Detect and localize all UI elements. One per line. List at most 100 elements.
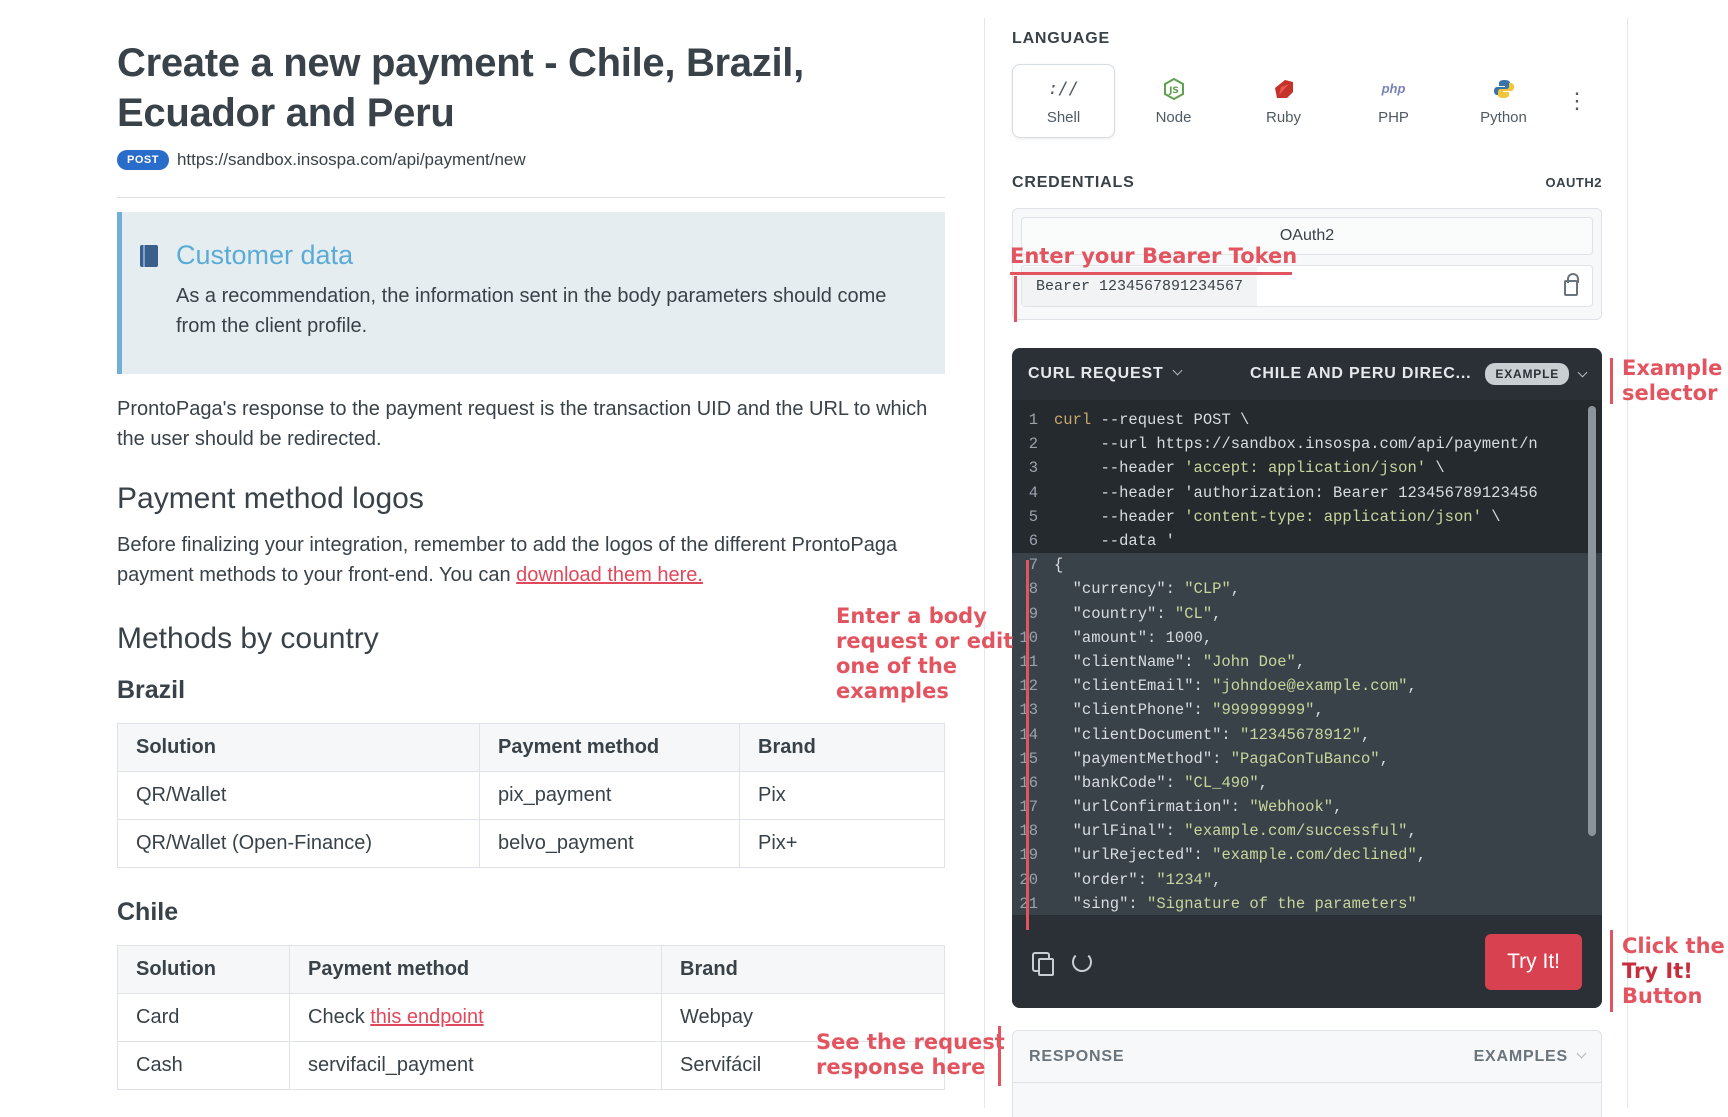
example-name: CHILE AND PERU DIREC...: [1250, 365, 1472, 382]
table-row: QR/Wallet (Open-Finance) belvo_payment P…: [117, 819, 945, 868]
col-solution: Solution: [117, 945, 290, 994]
example-selector[interactable]: CHILE AND PERU DIREC... EXAMPLE: [1250, 363, 1588, 385]
lang-ruby[interactable]: Ruby: [1232, 64, 1335, 138]
code-line: 3 --header 'accept: application/json' \: [1012, 456, 1602, 480]
copy-icon[interactable]: [1032, 951, 1054, 976]
annotation-underline: [1010, 272, 1292, 275]
code-line: 4 --header 'authorization: Bearer 123456…: [1012, 481, 1602, 505]
line-number: 4: [1028, 483, 1038, 502]
lang-shell[interactable]: :// Shell: [1012, 64, 1115, 138]
annotation-bar: [998, 1026, 1001, 1086]
lang-php[interactable]: php PHP: [1342, 64, 1445, 138]
annotation-bar: [1026, 560, 1029, 930]
code-text: "bankCode": "CL_490",: [1054, 773, 1268, 792]
lang-label: Shell: [1046, 108, 1081, 126]
code-line: 8 "currency": "CLP",: [1012, 577, 1602, 602]
lang-python[interactable]: Python: [1452, 64, 1555, 138]
code-text: "currency": "CLP",: [1054, 580, 1241, 599]
more-languages-icon[interactable]: ⋮: [1566, 88, 1588, 114]
line-number: 8: [1028, 580, 1038, 599]
panel-divider: [984, 18, 985, 1108]
annotation-line: Enter a body: [836, 604, 987, 628]
svg-text:JS: JS: [1168, 86, 1179, 96]
col-payment-method: Payment method: [289, 945, 662, 994]
callout-text: As a recommendation, the information sen…: [176, 285, 887, 337]
code-line: 1 curl --request POST \: [1012, 408, 1602, 432]
annotation-bar: [1610, 358, 1613, 404]
table-cell: pix_payment: [479, 771, 740, 820]
annotation-line: See the request: [816, 1030, 1005, 1054]
logos-heading: Payment method logos: [117, 482, 424, 515]
table-cell: belvo_payment: [479, 819, 740, 868]
logos-text: Before finalizing your integration, reme…: [117, 534, 898, 586]
code-text: "urlFinal": "example.com/successful",: [1054, 822, 1417, 841]
code-editor[interactable]: 1 curl --request POST \ 2 --url https://sa…: [1012, 400, 1602, 915]
line-number: 15: [1012, 750, 1054, 768]
code-line: 7{: [1012, 553, 1602, 578]
bearer-prefix: Bearer: [1036, 277, 1091, 295]
table-row: QR/Wallet pix_payment Pix: [117, 771, 945, 820]
try-it-panel: LANGUAGE :// Shell JS Node Ruby php PHP …: [1012, 30, 1602, 1008]
line-number: 11: [1012, 653, 1054, 671]
download-link[interactable]: download them here.: [516, 564, 703, 586]
code-line: 21 "sing": "Signature of the parameters": [1012, 891, 1602, 915]
code-line: 11 "clientName": "John Doe",: [1012, 649, 1602, 675]
code-text: "clientEmail": "johndoe@example.com",: [1054, 677, 1417, 696]
code-line: 12 "clientEmail": "johndoe@example.com",: [1012, 674, 1602, 699]
request-label: CURL REQUEST: [1028, 365, 1164, 382]
examples-dropdown[interactable]: EXAMPLES: [1474, 1048, 1587, 1066]
code-text: "clientName": "John Doe",: [1054, 652, 1306, 671]
code-text: --header 'accept: application/json' \: [1054, 459, 1445, 478]
table-cell: servifacil_payment: [289, 1041, 662, 1090]
annotation-response: See the request response here: [816, 1030, 1005, 1080]
php-icon: php: [1381, 81, 1406, 96]
chevron-down-icon: [1576, 1048, 1587, 1058]
code-line: 14 "clientDocument": "12345678912",: [1012, 722, 1602, 747]
annotation-line: response here: [816, 1055, 986, 1079]
code-line: 16 "bankCode": "CL_490",: [1012, 770, 1602, 795]
code-text: --data ': [1054, 532, 1175, 551]
annotation-bar: [1014, 276, 1017, 322]
chevron-down-icon: [1577, 367, 1588, 377]
code-line: 15 "paymentMethod": "PagaConTuBanco",: [1012, 746, 1602, 771]
language-picker: :// Shell JS Node Ruby php PHP Python ⋮: [1012, 64, 1602, 138]
line-number: 3: [1028, 459, 1038, 478]
table-cell: Check this endpoint: [289, 993, 662, 1042]
col-payment-method: Payment method: [479, 723, 740, 772]
lang-label: Node: [1155, 108, 1192, 126]
code-text: "clientDocument": "12345678912",: [1054, 725, 1371, 744]
code-text: "sing": "Signature of the parameters": [1054, 894, 1417, 913]
reset-icon[interactable]: [1072, 951, 1092, 972]
main-content: Create a new payment - Chile, Brazil, Ec…: [117, 38, 945, 1090]
ruby-icon: [1273, 77, 1295, 101]
try-it-button[interactable]: Try It!: [1485, 933, 1582, 990]
callout-title: Customer data: [176, 240, 354, 270]
annotation-line: Button: [1622, 984, 1703, 1008]
code-line: 5 --header 'content-type: application/js…: [1012, 505, 1602, 529]
response-label: RESPONSE: [1029, 1047, 1125, 1065]
table-cell: Card: [117, 993, 290, 1042]
line-number: 17: [1012, 798, 1054, 816]
lang-node[interactable]: JS Node: [1122, 64, 1225, 138]
code-text: "order": "1234",: [1054, 870, 1222, 889]
response-box: RESPONSE EXAMPLES: [1012, 1030, 1602, 1117]
annotation-line: examples: [836, 679, 949, 703]
code-text: curl --request POST \: [1054, 411, 1250, 430]
brazil-heading: Brazil: [117, 676, 186, 704]
endpoint-link[interactable]: this endpoint: [370, 1006, 483, 1028]
endpoint-url[interactable]: https://sandbox.insospa.com/api/payment/…: [177, 150, 526, 170]
lang-label: Ruby: [1265, 108, 1302, 126]
line-number: 9: [1028, 604, 1038, 623]
request-card: CURL REQUEST CHILE AND PERU DIREC... EXA…: [1012, 348, 1602, 1008]
line-number: 20: [1012, 871, 1054, 889]
shell-icon: ://: [1048, 78, 1079, 99]
chile-heading: Chile: [117, 898, 179, 926]
annotation-example-selector: Example selector: [1622, 356, 1722, 406]
code-text: "paymentMethod": "PagaConTuBanco",: [1054, 749, 1389, 768]
vertical-scrollbar[interactable]: [1588, 406, 1596, 836]
line-number: 16: [1012, 774, 1054, 792]
request-type-dropdown[interactable]: CURL REQUEST: [1028, 365, 1182, 383]
response-header: RESPONSE EXAMPLES: [1013, 1031, 1601, 1083]
table-cell: Pix: [739, 771, 945, 820]
table-cell: Cash: [117, 1041, 290, 1090]
